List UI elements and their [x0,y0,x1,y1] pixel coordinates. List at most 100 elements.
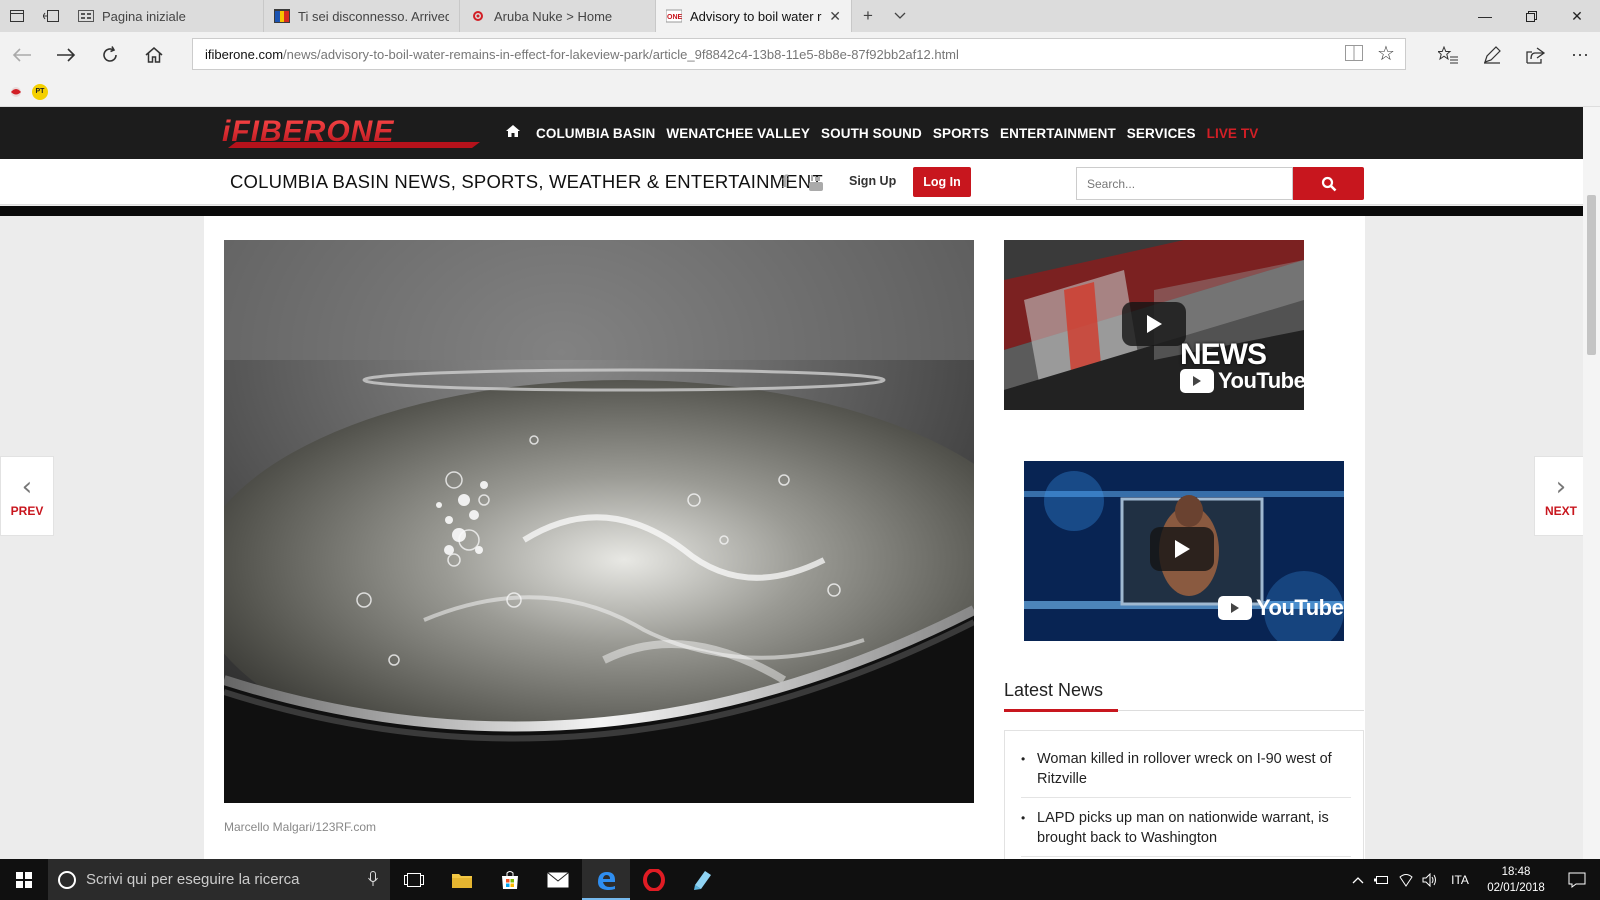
page-viewport: iFIBERONE COLUMBIA BASIN WENATCHEE VALLE… [0,107,1583,859]
restore-icon[interactable] [1508,0,1554,32]
nav-sports[interactable]: SPORTS [933,126,989,141]
image-credit: Marcello Malgari/123RF.com [224,820,377,834]
list-item[interactable]: • Woman killed in rollover wreck on I-90… [1021,749,1351,798]
clock-time: 18:48 [1501,865,1531,878]
header-divider [0,206,1583,216]
browser-nav-bar: ifiberone.com/news/advisory-to-boil-wate… [0,32,1600,77]
news-headline[interactable]: Woman killed in rollover wreck on I-90 w… [1037,749,1351,789]
log-in-button[interactable]: Log In [913,167,971,197]
cortana-search-box[interactable]: Scrivi qui per eseguire la ricerca [48,859,390,900]
taskbar-clock[interactable]: 18:48 02/01/2018 [1478,864,1554,896]
minimize-icon[interactable]: — [1462,0,1508,32]
url-domain: ifiberone.com [205,46,284,62]
tab-aruba-nuke[interactable]: Aruba Nuke > Home [460,0,656,32]
facebook-icon[interactable]: f [782,171,788,192]
microphone-icon[interactable] [368,871,378,887]
tab-advisory-boil-water[interactable]: ONE Advisory to boil water r ✕ [656,0,852,32]
new-tab-plus-icon[interactable]: + [852,0,884,32]
favorites-bar: PT [0,77,1600,107]
set-tabs-aside-icon[interactable] [34,0,68,32]
tab-preview-icon[interactable] [0,0,34,32]
svg-text:iFIBERONE: iFIBERONE [222,116,394,148]
mail-icon[interactable] [534,859,582,900]
home-icon[interactable] [132,32,176,77]
browser-tools: ··· [1426,32,1600,77]
news-video-thumbnail[interactable]: NEWS YouTube [1004,240,1304,410]
pt-icon[interactable]: PT [32,83,48,100]
nav-services[interactable]: SERVICES [1127,126,1196,141]
youtube-logo: YouTube [1180,368,1304,394]
wrestling-video-thumbnail[interactable]: YouTube [1024,461,1344,641]
pen-notes-icon[interactable] [1470,32,1514,77]
refresh-icon[interactable] [88,32,132,77]
nav-columbia-basin[interactable]: COLUMBIA BASIN [536,126,655,141]
site-search-input[interactable] [1076,167,1293,200]
chevron-left-icon: ‹ [21,472,33,502]
windows-start-icon[interactable] [0,859,48,900]
news-badge: NEWS [1180,338,1267,371]
share-icon[interactable] [1514,32,1558,77]
site-search-button[interactable] [1293,167,1364,200]
youtube-text: YouTube [1218,368,1304,393]
next-article-button[interactable]: › NEXT [1534,456,1583,536]
vertical-scrollbar[interactable] [1583,107,1600,859]
latest-news-list: • Woman killed in rollover wreck on I-90… [1004,730,1364,859]
tab-pagina-iniziale[interactable]: Pagina iniziale [68,0,264,32]
nav-south-sound[interactable]: SOUTH SOUND [821,126,922,141]
youtube-play-icon [1180,369,1214,393]
forward-arrow-icon[interactable] [44,32,88,77]
site-subheader: COLUMBIA BASIN NEWS, SPORTS, WEATHER & E… [0,159,1583,205]
browser-tab-bar: Pagina iniziale Ti sei disconnesso. Arri… [0,0,1600,32]
prev-label: PREV [10,504,44,518]
window-controls: — ✕ [1462,0,1600,32]
prev-article-button[interactable]: ‹ PREV [0,456,54,536]
boiling-water-photo[interactable] [224,240,974,803]
youtube-text: YouTube [1256,595,1344,620]
clock-date: 02/01/2018 [1487,881,1545,894]
sign-up-link[interactable]: Sign Up [849,174,896,188]
taskbar-search-placeholder: Scrivi qui per eseguire la ricerca [86,871,300,888]
youtube-logo: YouTube [1218,595,1344,621]
play-icon[interactable] [1150,527,1214,571]
ifiberone-logo[interactable]: iFIBERONE [222,116,480,150]
more-dots-icon[interactable]: ··· [1558,32,1600,77]
chevron-up-icon[interactable] [1346,876,1370,884]
tab-label: Advisory to boil water r [690,8,822,24]
flag-favicon-icon [274,9,290,23]
network-icon[interactable] [1394,873,1418,887]
youtube-icon[interactable] [808,174,824,192]
home-icon[interactable] [505,124,521,143]
nav-entertainment[interactable]: ENTERTAINMENT [1000,126,1116,141]
input-language[interactable]: ITA [1442,873,1478,887]
back-arrow-icon[interactable] [0,32,44,77]
task-view-icon[interactable] [390,859,438,900]
battery-icon[interactable] [1370,874,1394,886]
system-tray: ITA 18:48 02/01/2018 [1346,859,1600,900]
favorite-star-icon[interactable]: ☆ [1375,42,1397,65]
store-icon[interactable] [486,859,534,900]
article-content: Marcello Malgari/123RF.com NEWS YouTube [204,216,1365,859]
tab-disconnesso[interactable]: Ti sei disconnesso. Arrivede [264,0,460,32]
reading-view-icon[interactable] [1343,42,1365,64]
volume-icon[interactable] [1418,872,1442,887]
edge-browser-icon[interactable] [582,859,630,900]
tab-label: Aruba Nuke > Home [494,8,613,24]
file-explorer-icon[interactable] [438,859,486,900]
news-headline[interactable]: LAPD picks up man on nationwide warrant,… [1037,808,1351,848]
chevron-down-icon[interactable] [884,0,916,32]
red-bird-icon[interactable] [8,84,24,100]
address-bar[interactable]: ifiberone.com/news/advisory-to-boil-wate… [192,38,1406,70]
action-center-icon[interactable] [1554,872,1600,888]
scrollbar-thumb[interactable] [1587,195,1596,355]
opera-icon[interactable] [630,859,678,900]
cortana-icon [58,870,76,889]
favorites-hub-icon[interactable] [1426,32,1470,77]
close-tab-icon[interactable]: ✕ [823,8,841,25]
search-icon [1321,176,1336,191]
play-icon[interactable] [1122,302,1186,346]
nav-live-tv[interactable]: LIVE TV [1207,126,1259,141]
close-window-icon[interactable]: ✕ [1554,0,1600,32]
nav-wenatchee-valley[interactable]: WENATCHEE VALLEY [666,126,810,141]
notes-app-icon[interactable] [678,859,726,900]
list-item[interactable]: • LAPD picks up man on nationwide warran… [1021,808,1351,857]
